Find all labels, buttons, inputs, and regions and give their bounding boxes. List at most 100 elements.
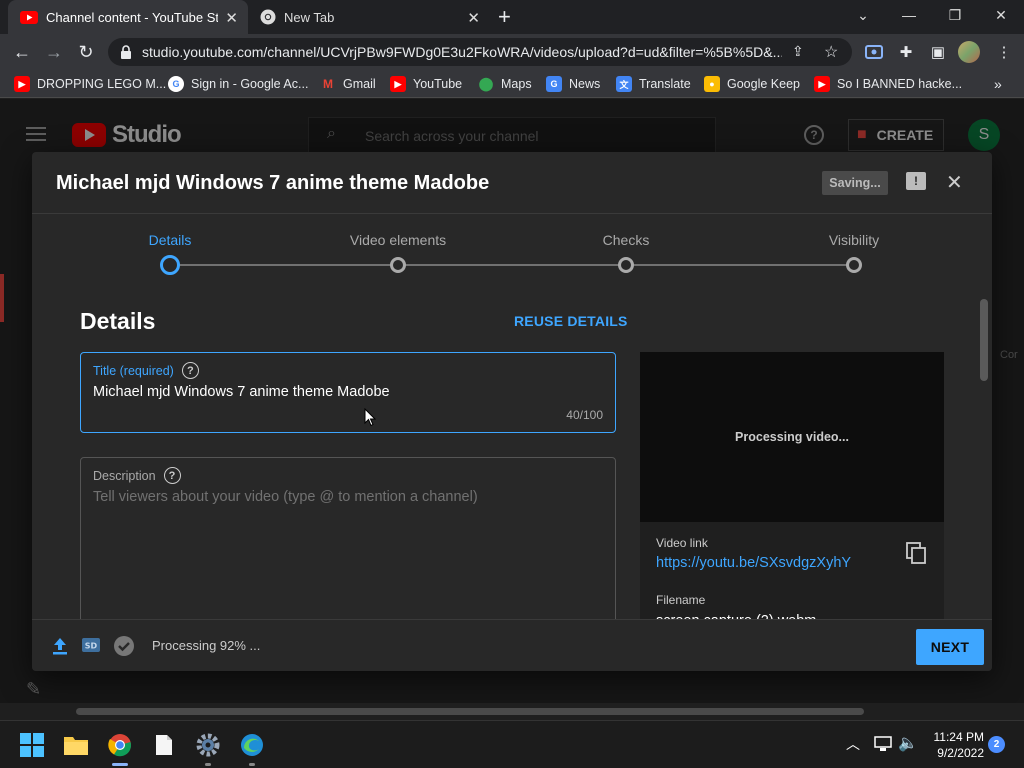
section-heading: Details (80, 308, 156, 334)
step-checks[interactable]: Checks (603, 232, 650, 248)
stepper-line (170, 264, 854, 266)
bookmark-item[interactable]: ▶ DROPPING LEGO M... (14, 75, 166, 93)
tab-search-icon[interactable]: ⌄ (840, 0, 886, 30)
step-visibility[interactable]: Visibility (829, 232, 879, 248)
step-dot-visibility[interactable] (846, 257, 862, 273)
side-panel-icon[interactable]: ▣ (928, 42, 948, 62)
bookmark-item[interactable]: ● Google Keep (704, 75, 800, 93)
youtube-icon: ▶ (14, 76, 30, 92)
back-icon[interactable]: ← (10, 40, 34, 64)
bookmarks-bar: ▶ DROPPING LEGO M... G Sign in - Google Ac… (0, 70, 1024, 98)
notepad-icon[interactable] (148, 729, 180, 761)
profile-avatar[interactable] (958, 41, 980, 63)
file-explorer-icon[interactable] (60, 729, 92, 761)
windows-taskbar: ︿ 🔈 11:24 PM 9/2/2022 2 (0, 720, 1024, 768)
restore-icon[interactable]: ❐ (932, 0, 978, 30)
url-text: studio.youtube.com/channel/UCVrjPBw9FWDg… (142, 44, 782, 60)
title-input[interactable]: Michael mjd Windows 7 anime theme Madobe (93, 384, 390, 400)
close-icon[interactable]: ✕ (946, 170, 963, 195)
description-field[interactable]: Description ? Tell viewers about your vi… (80, 457, 616, 637)
edge-icon[interactable] (236, 729, 268, 761)
title-char-counter: 40/100 (566, 408, 603, 422)
bookmark-item[interactable]: M Gmail (320, 75, 376, 93)
network-icon[interactable] (874, 736, 892, 752)
minimize-icon[interactable]: — (886, 0, 932, 30)
help-icon[interactable]: ? (181, 362, 199, 379)
clock-date: 9/2/2022 (937, 746, 984, 760)
bookmark-item[interactable]: 文 Translate (616, 75, 691, 93)
filename-label: Filename (656, 593, 706, 607)
title-field[interactable]: Title (required) ? Michael mjd Windows 7… (80, 352, 616, 433)
browser-tab-strip: Channel content - YouTube Studi ✕ New Ta… (0, 0, 1024, 34)
step-dot-checks[interactable] (618, 257, 634, 273)
youtube-icon (20, 10, 38, 24)
hd-icon: SD (82, 638, 100, 652)
dialog-header: Michael mjd Windows 7 anime theme Madobe… (32, 152, 992, 214)
edge-running-indicator (249, 763, 255, 766)
description-field-label: Description (93, 468, 156, 483)
step-video-elements[interactable]: Video elements (350, 232, 446, 248)
tab-new-tab[interactable]: New Tab ✕ (250, 0, 490, 34)
video-link-label: Video link (656, 536, 708, 550)
screen-cast-icon[interactable] (864, 42, 884, 62)
tab-channel-content[interactable]: Channel content - YouTube Studi ✕ (8, 0, 248, 34)
tab-title: Channel content - YouTube Studi (46, 9, 218, 25)
title-field-label: Title (required) (93, 363, 174, 378)
chrome-active-indicator (112, 763, 128, 766)
processing-progress-text: Processing 92% ... (152, 638, 261, 653)
upload-icon (53, 638, 67, 655)
next-button[interactable]: NEXT (916, 629, 984, 665)
translate-icon: 文 (616, 76, 632, 92)
video-preview: Processing video... (640, 352, 944, 522)
description-input[interactable]: Tell viewers about your video (type @ to… (93, 489, 478, 505)
youtube-icon: ▶ (390, 76, 406, 92)
reuse-details-button[interactable]: REUSE DETAILS (514, 313, 628, 329)
bookmark-item[interactable]: ▶ YouTube (390, 75, 462, 93)
close-tab-icon[interactable]: ✕ (225, 9, 238, 27)
copy-icon[interactable] (906, 542, 926, 564)
close-tab-icon[interactable]: ✕ (467, 9, 480, 27)
help-icon[interactable]: ? (163, 467, 181, 484)
step-details[interactable]: Details (149, 232, 192, 248)
chrome-icon (260, 9, 276, 25)
close-window-icon[interactable]: ✕ (978, 0, 1024, 30)
chrome-menu-icon[interactable]: ⋮ (994, 42, 1014, 62)
processing-status: Processing video... (735, 430, 849, 444)
youtube-icon: ▶ (814, 76, 830, 92)
forward-icon[interactable]: → (42, 40, 66, 64)
upload-dialog: Michael mjd Windows 7 anime theme Madobe… (32, 152, 992, 671)
feedback-icon[interactable]: ! (906, 172, 926, 190)
dialog-scrollbar[interactable] (980, 299, 988, 381)
mouse-cursor-icon (364, 408, 376, 427)
extensions-icon[interactable]: ✚ (896, 42, 916, 62)
reload-icon[interactable]: ↻ (74, 40, 98, 64)
chevron-up-icon[interactable]: ︿ (846, 734, 860, 754)
settings-running-indicator (205, 763, 211, 766)
step-dot-video-elements[interactable] (390, 257, 406, 273)
svg-text:SD: SD (85, 642, 98, 651)
step-dot-details[interactable] (160, 255, 180, 275)
google-icon: G (168, 76, 184, 92)
bookmark-item[interactable]: ⬤ Maps (478, 75, 532, 93)
bookmark-star-icon[interactable]: ☆ (824, 42, 838, 62)
new-tab-icon[interactable]: + (498, 4, 511, 30)
chrome-taskbar-icon[interactable] (104, 729, 136, 761)
page-horizontal-scrollbar[interactable] (76, 708, 864, 715)
windows-start-icon[interactable] (16, 729, 48, 761)
dialog-title: Michael mjd Windows 7 anime theme Madobe (56, 172, 490, 194)
lock-icon (121, 45, 131, 59)
gmail-icon: M (323, 77, 333, 91)
system-clock[interactable]: 11:24 PM 9/2/2022 (930, 729, 984, 761)
volume-icon[interactable]: 🔈 (898, 733, 918, 753)
share-icon[interactable]: ⇪ (792, 43, 804, 60)
address-bar[interactable]: studio.youtube.com/channel/UCVrjPBw9FWDg… (108, 38, 852, 66)
bookmark-item[interactable]: G News (546, 75, 600, 93)
bookmark-item[interactable]: G Sign in - Google Ac... (168, 75, 308, 93)
keep-icon: ● (704, 76, 720, 92)
more-bookmarks-icon[interactable]: » (994, 75, 1002, 93)
video-link[interactable]: https://youtu.be/SXsvdgzXyhY (656, 555, 851, 571)
bookmark-item[interactable]: ▶ So I BANNED hacke... (814, 75, 962, 93)
notification-badge[interactable]: 2 (988, 736, 1005, 753)
browser-toolbar: ← → ↻ studio.youtube.com/channel/UCVrjPB… (0, 34, 1024, 70)
settings-gear-icon[interactable] (192, 729, 224, 761)
